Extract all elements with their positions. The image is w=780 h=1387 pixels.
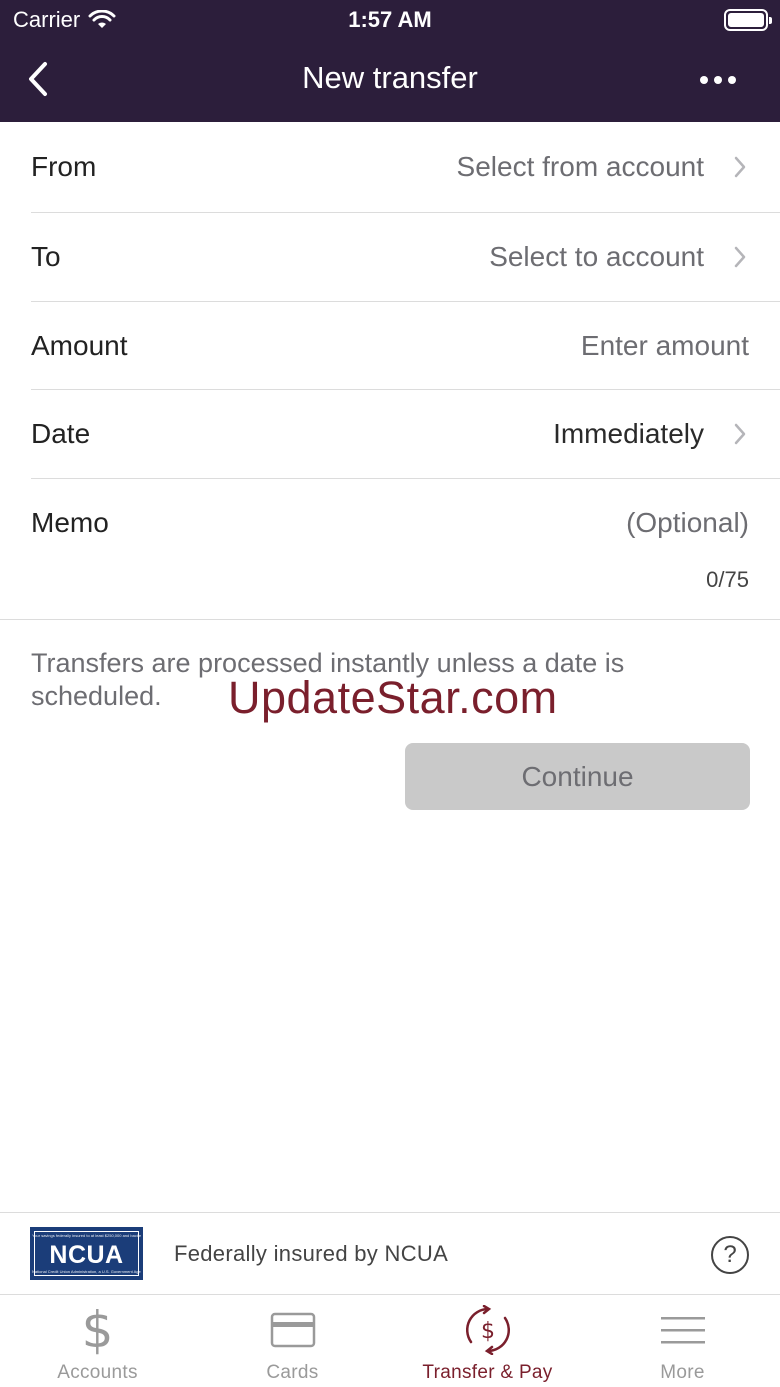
amount-input[interactable]: Enter amount bbox=[581, 330, 749, 362]
watermark: UpdateStar.com bbox=[228, 672, 558, 723]
date-value: Immediately bbox=[553, 418, 704, 449]
tab-more[interactable]: More bbox=[585, 1295, 780, 1387]
memo-char-count: 0/75 bbox=[706, 567, 749, 592]
amount-row[interactable]: Amount Enter amount bbox=[0, 302, 780, 389]
hamburger-menu-icon bbox=[585, 1305, 780, 1355]
page-title: New transfer bbox=[302, 60, 478, 95]
ellipsis-icon bbox=[697, 76, 739, 84]
transfer-pay-icon: $ bbox=[390, 1305, 585, 1355]
date-label: Date bbox=[31, 418, 91, 449]
to-account-value: Select to account bbox=[489, 241, 704, 272]
memo-input[interactable]: (Optional) bbox=[626, 507, 749, 539]
chevron-right-icon bbox=[734, 156, 746, 178]
tab-cards-label: Cards bbox=[266, 1362, 319, 1383]
memo-label: Memo bbox=[31, 507, 109, 538]
nav-bar: New transfer bbox=[0, 40, 780, 122]
ncua-logo-bottom-text: National Credit Union Administration, a … bbox=[32, 1269, 141, 1274]
ncua-logo-top-text: Your savings federally insured to at lea… bbox=[32, 1233, 141, 1238]
tab-bar: $ Accounts Cards $ Transfer & Pay More bbox=[0, 1294, 780, 1387]
to-account-row[interactable]: To Select to account bbox=[0, 213, 780, 301]
app-header: Carrier 1:57 AM New transfer bbox=[0, 0, 780, 122]
memo-row[interactable]: Memo (Optional) bbox=[0, 479, 780, 567]
chevron-right-icon bbox=[734, 423, 746, 445]
ncua-logo-text: NCUA bbox=[49, 1241, 124, 1269]
tab-accounts[interactable]: $ Accounts bbox=[0, 1295, 195, 1387]
from-label: From bbox=[31, 151, 97, 182]
tab-more-label: More bbox=[660, 1362, 705, 1383]
from-account-row[interactable]: From Select from account bbox=[0, 122, 780, 212]
ncua-footer: Your savings federally insured to at lea… bbox=[0, 1212, 780, 1294]
to-label: To bbox=[31, 241, 61, 272]
svg-text:$: $ bbox=[481, 1319, 495, 1344]
status-time: 1:57 AM bbox=[348, 7, 432, 32]
tab-transfer-pay[interactable]: $ Transfer & Pay bbox=[390, 1295, 585, 1387]
ncua-insured-text: Federally insured by NCUA bbox=[174, 1241, 449, 1266]
tab-accounts-label: Accounts bbox=[57, 1362, 138, 1383]
card-icon bbox=[195, 1305, 390, 1355]
continue-button[interactable]: Continue bbox=[405, 743, 750, 810]
question-mark-icon: ? bbox=[723, 1241, 737, 1268]
more-options-button[interactable] bbox=[692, 60, 744, 100]
dollar-icon: $ bbox=[81, 1301, 114, 1359]
section-divider bbox=[0, 619, 780, 620]
tab-transfer-pay-label: Transfer & Pay bbox=[422, 1362, 553, 1383]
tab-cards[interactable]: Cards bbox=[195, 1295, 390, 1387]
from-account-value: Select from account bbox=[456, 151, 704, 182]
help-button[interactable]: ? bbox=[711, 1236, 749, 1274]
date-row[interactable]: Date Immediately bbox=[0, 390, 780, 478]
amount-label: Amount bbox=[31, 329, 128, 361]
ncua-logo: Your savings federally insured to at lea… bbox=[30, 1227, 143, 1280]
chevron-right-icon bbox=[734, 246, 746, 268]
battery-icon bbox=[724, 9, 772, 31]
status-bar: Carrier 1:57 AM bbox=[0, 0, 780, 40]
